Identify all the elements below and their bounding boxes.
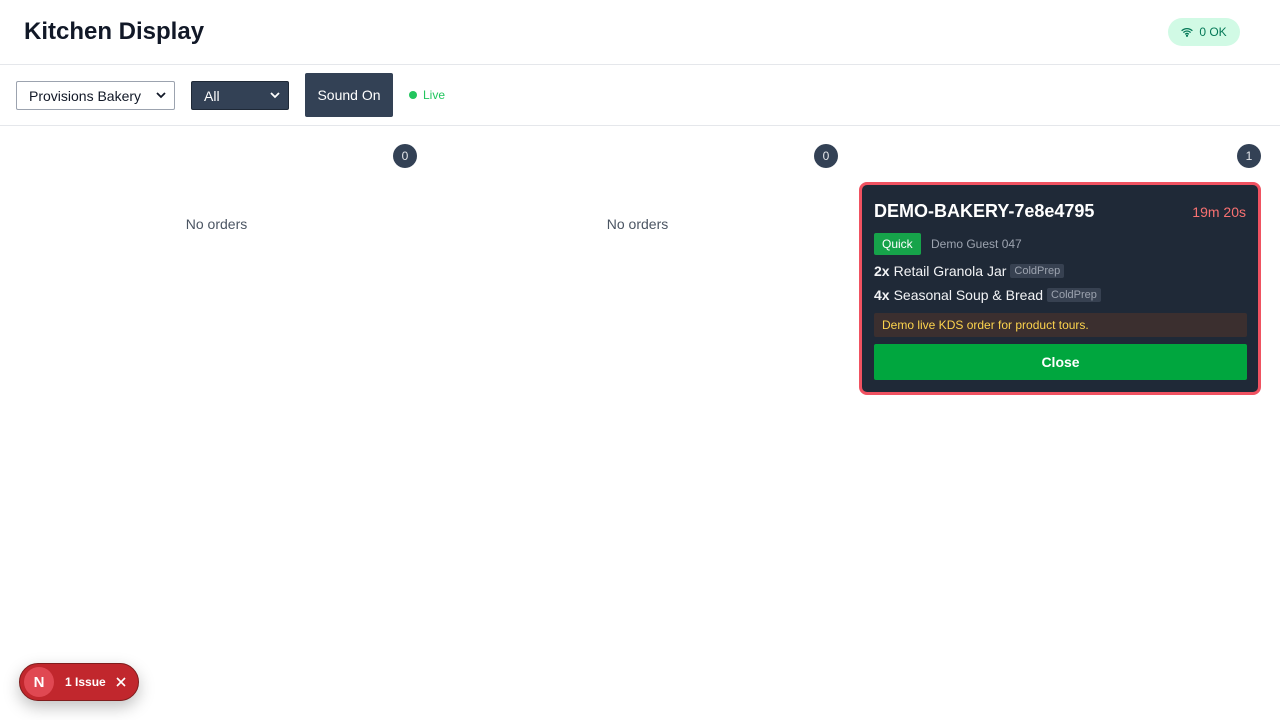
empty-column-message: No orders — [185, 216, 248, 232]
dev-issues-pill[interactable]: N 1 Issue — [19, 663, 139, 701]
page-title: Kitchen Display — [24, 18, 205, 45]
order-column-1: 0 No orders — [6, 126, 427, 720]
item-quantity: 2x — [874, 263, 890, 279]
issue-count-label[interactable]: 1 Issue — [65, 675, 106, 689]
column-count-badge: 0 — [814, 144, 838, 168]
guest-name: Demo Guest 047 — [931, 237, 1022, 251]
connection-status-badge: 0 OK — [1168, 18, 1240, 46]
item-station-tag: ColdPrep — [1010, 264, 1065, 278]
chevron-down-icon — [156, 92, 166, 99]
connection-status-label: 0 OK — [1199, 25, 1227, 39]
nextjs-logo-icon[interactable]: N — [24, 667, 54, 697]
filter-select-value: All — [204, 87, 220, 104]
order-note: Demo live KDS order for product tours. — [874, 313, 1247, 337]
item-name: Seasonal Soup & Bread — [893, 287, 1044, 303]
order-column-2: 0 No orders — [427, 126, 848, 720]
toolbar: Provisions Bakery All Sound On Live — [0, 65, 1280, 126]
close-order-button[interactable]: Close — [874, 344, 1247, 380]
item-quantity: 4x — [874, 287, 890, 303]
order-id: DEMO-BAKERY-7e8e4795 — [874, 201, 1095, 221]
close-icon[interactable] — [115, 676, 127, 688]
store-select-value: Provisions Bakery — [29, 87, 142, 104]
live-indicator: Live — [409, 88, 445, 102]
live-label: Live — [423, 88, 446, 102]
sound-toggle-button[interactable]: Sound On — [305, 73, 393, 117]
column-count-badge: 1 — [1237, 144, 1261, 168]
item-name: Retail Granola Jar — [893, 263, 1007, 279]
store-select[interactable]: Provisions Bakery — [16, 81, 175, 110]
order-elapsed-timer: 19m 20s — [1192, 204, 1246, 220]
column-count-badge: 0 — [393, 144, 417, 168]
wifi-icon — [1181, 28, 1193, 37]
app-header: Kitchen Display 0 OK — [0, 0, 1280, 65]
order-item: 2x Retail Granola Jar ColdPrep — [874, 263, 1065, 279]
empty-column-message: No orders — [606, 216, 669, 232]
order-ticket-card[interactable]: DEMO-BAKERY-7e8e4795 19m 20s Quick Demo … — [859, 182, 1261, 395]
station-filter-select[interactable]: All — [191, 81, 289, 110]
item-station-tag: ColdPrep — [1047, 288, 1101, 302]
live-dot-icon — [409, 91, 417, 99]
order-item: 4x Seasonal Soup & Bread ColdPrep — [874, 287, 1101, 303]
order-type-badge: Quick — [874, 233, 921, 255]
chevron-down-icon — [270, 92, 280, 99]
